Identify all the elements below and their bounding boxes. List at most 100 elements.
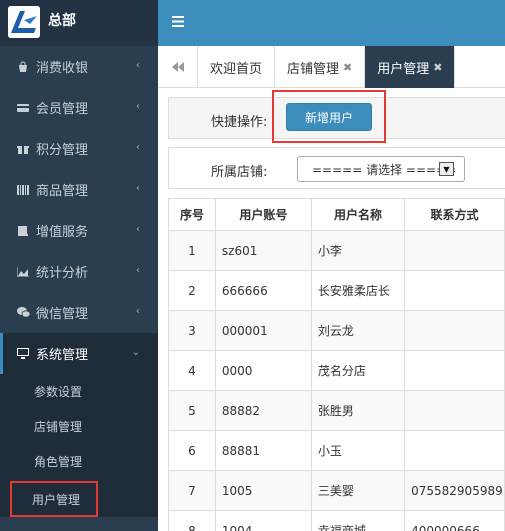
table-row[interactable]: 5 88882 张胜男 [168,390,505,431]
column-header: 序号 [168,198,216,231]
cell-contact: 075582905989 [404,470,505,511]
monitor-icon [16,347,30,361]
cell-account: 1004 [214,510,312,531]
table-row[interactable]: 2 666666 长安雅柔店长 [168,270,505,311]
cell-name: 三美婴 [310,470,406,511]
cell-contact [404,270,505,311]
cell-name: 张胜男 [310,390,406,431]
cell-contact: 400000666 [404,510,505,531]
submenu-item-users[interactable]: 用户管理 [10,481,98,517]
add-user-button[interactable]: 新增用户 [286,103,372,131]
cell-name: 小玉 [310,430,406,471]
sidebar: 总部 消费收银 ‹ 会员管理 ‹ 积分管理 ‹ 商品管理 ‹ 增值服务 ‹ 统计… [0,0,158,531]
book-icon [16,224,30,238]
cell-name: 茂名分店 [310,350,406,391]
main-content: 快捷操作: 新增用户 所属店铺: ===== 请选择 ===== ▼ 序号 用户… [158,88,505,531]
cell-contact [404,230,505,271]
cell-name: 长安雅柔店长 [310,270,406,311]
sidebar-item-label: 增值服务 [36,225,89,240]
cell-index: 8 [168,510,216,531]
tab-label: 用户管理 [377,61,430,77]
barcode-icon [16,183,30,197]
cell-name: 小李 [310,230,406,271]
sidebar-item-label: 会员管理 [36,102,89,117]
tab-bar: 欢迎首页 店铺管理 ✖ 用户管理 ✖ [158,46,505,88]
table-row[interactable]: 1 sz601 小李 [168,230,505,271]
chart-icon [16,265,30,279]
cell-contact [404,390,505,431]
tab-store-management[interactable]: 店铺管理 ✖ [275,46,366,88]
filter-row: 所属店铺: ===== 请选择 ===== ▼ [168,147,505,189]
cell-contact [404,430,505,471]
store-select[interactable]: ===== 请选择 ===== ▼ [297,156,465,182]
cell-index: 1 [168,230,216,271]
chevron-left-icon: ‹ [136,60,140,71]
sidebar-item-label: 统计分析 [36,266,89,281]
sidebar-item-label: 商品管理 [36,184,89,199]
sidebar-item-system[interactable]: 系统管理 ⌄ [0,333,158,374]
quick-actions-label: 快捷操作: [211,115,268,130]
table-row[interactable]: 8 1004 幸福商城 400000666 [168,510,505,531]
cell-account: 0000 [214,350,312,391]
cell-name: 幸福商城 [310,510,406,531]
bag-icon [16,60,30,74]
table-row[interactable]: 3 000001 刘云龙 [168,310,505,351]
top-bar [158,0,505,46]
tab-label: 店铺管理 [287,61,340,77]
sidebar-item-members[interactable]: 会员管理 ‹ [0,87,158,128]
cell-contact [404,350,505,391]
card-icon [16,101,30,115]
sidebar-item-wechat[interactable]: 微信管理 ‹ [0,292,158,333]
column-header: 联系方式 [404,198,505,231]
chevron-left-icon: ‹ [136,101,140,112]
tab-scroll-left-icon[interactable] [158,46,198,88]
sidebar-item-label: 消费收银 [36,61,89,76]
column-header: 用户名称 [310,198,406,231]
chevron-down-icon: ⌄ [131,347,140,358]
sidebar-item-points[interactable]: 积分管理 ‹ [0,128,158,169]
menu-toggle-icon[interactable] [172,15,184,31]
chevron-left-icon: ‹ [136,265,140,276]
cell-account: 000001 [214,310,312,351]
cell-account: sz601 [214,230,312,271]
gift-icon [16,142,30,156]
user-table: 序号 用户账号 用户名称 联系方式 1 sz601 小李 2 666666 长安… [168,198,505,531]
chevron-left-icon: ‹ [136,306,140,317]
wechat-icon [16,306,30,320]
cell-account: 88881 [214,430,312,471]
sidebar-header: 总部 [0,0,158,46]
sidebar-item-label: 微信管理 [36,307,89,322]
sidebar-item-statistics[interactable]: 统计分析 ‹ [0,251,158,292]
org-title: 总部 [48,13,76,29]
tab-user-management[interactable]: 用户管理 ✖ [365,46,456,88]
sidebar-item-label: 系统管理 [36,348,89,363]
logo [8,6,40,38]
cell-account: 666666 [214,270,312,311]
sidebar-item-consumption[interactable]: 消费收银 ‹ [0,46,158,87]
table-row[interactable]: 7 1005 三美婴 075582905989 [168,470,505,511]
chevron-left-icon: ‹ [136,224,140,235]
dropdown-arrow-icon: ▼ [439,162,454,176]
cell-index: 2 [168,270,216,311]
cell-index: 5 [168,390,216,431]
column-header: 用户账号 [214,198,312,231]
close-icon[interactable]: ✖ [343,61,352,74]
close-icon[interactable]: ✖ [433,61,442,74]
submenu-item-stores[interactable]: 店铺管理 [0,409,158,444]
store-filter-label: 所属店铺: [211,165,268,180]
submenu-item-parameters[interactable]: 参数设置 [0,374,158,409]
cell-index: 7 [168,470,216,511]
system-submenu: 参数设置 店铺管理 角色管理 用户管理 [0,374,158,517]
cell-account: 1005 [214,470,312,511]
tab-welcome[interactable]: 欢迎首页 [198,46,276,88]
submenu-item-roles[interactable]: 角色管理 [0,444,158,479]
cell-account: 88882 [214,390,312,431]
sidebar-item-products[interactable]: 商品管理 ‹ [0,169,158,210]
cell-contact [404,310,505,351]
sidebar-item-value-added[interactable]: 增值服务 ‹ [0,210,158,251]
table-row[interactable]: 4 0000 茂名分店 [168,350,505,391]
table-header-row: 序号 用户账号 用户名称 联系方式 [168,198,505,231]
table-row[interactable]: 6 88881 小玉 [168,430,505,471]
cell-name: 刘云龙 [310,310,406,351]
chevron-left-icon: ‹ [136,142,140,153]
